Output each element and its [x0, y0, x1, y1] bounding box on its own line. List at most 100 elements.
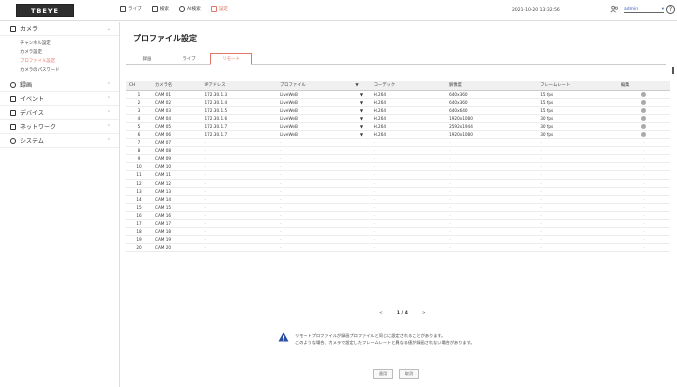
table-cell: -: [617, 187, 670, 196]
users-icon[interactable]: [610, 5, 619, 14]
table-cell: -: [201, 170, 277, 180]
table-cell: 19: [126, 235, 153, 245]
profile-dropdown[interactable]: ▼: [352, 106, 371, 115]
table-cell: LiveWeB: [276, 106, 353, 115]
table-row[interactable]: 16 CAM 16- - - - - -: [126, 211, 670, 221]
logo-text: TBEYE: [31, 6, 59, 15]
table-row[interactable]: 3 CAM 03 172.30.1.5 LiveWeB ▼ H.264 640x640 15 …: [126, 106, 670, 115]
profile-dropdown[interactable]: ▼: [352, 98, 371, 107]
table-cell: CAM 20: [152, 243, 202, 253]
table-cell: -: [617, 138, 670, 148]
nav-ai-search[interactable]: AI検索: [179, 6, 201, 12]
table-row[interactable]: 18 CAM 18- - - - - -: [126, 227, 670, 237]
table-cell: 172.30.1.5: [201, 106, 277, 115]
table-cell: H.264: [370, 98, 447, 107]
gear-icon[interactable]: [641, 124, 647, 130]
table-cell: H.264: [370, 114, 447, 123]
table-cell: -: [537, 179, 618, 188]
sidebar-section-label: ネットワーク: [20, 124, 57, 131]
profile-dropdown: [352, 162, 371, 172]
table-cell: CAM 16: [152, 211, 202, 221]
tab-1[interactable]: ライブ: [168, 53, 210, 65]
sidebar-item[interactable]: プロファイル設定: [20, 56, 119, 65]
gear-icon[interactable]: [641, 91, 647, 97]
table-row[interactable]: 19 CAM 19- - - - - -: [126, 235, 670, 245]
sidebar-section-event[interactable]: イベント ⌃: [0, 92, 119, 106]
help-icon[interactable]: ?: [666, 5, 675, 14]
cancel-button[interactable]: 取消: [399, 369, 419, 379]
table-cell: CAM 09: [152, 154, 202, 164]
table-row[interactable]: 2 CAM 02 172.30.1.4 LiveWeB ▼ H.264 640x360 15 …: [126, 98, 670, 107]
apply-button[interactable]: 適用: [373, 369, 393, 379]
table-cell: -: [370, 227, 447, 237]
profile-dropdown[interactable]: ▼: [352, 130, 371, 140]
table-cell: -: [276, 195, 353, 204]
user-select[interactable]: admin ▾: [624, 6, 664, 13]
table-row[interactable]: 12 CAM 12- - - - - -: [126, 179, 670, 188]
table-row[interactable]: 14 CAM 14- - - - - -: [126, 195, 670, 204]
table-cell: -: [201, 203, 277, 212]
table-cell: -: [617, 235, 670, 245]
table-cell: 18: [126, 227, 153, 237]
sidebar-section-system[interactable]: システム ⌃: [0, 134, 119, 148]
table-cell: -: [446, 203, 538, 212]
table-row[interactable]: 4 CAM 04 172.30.1.6 LiveWeB ▼ H.264 1920x1080 3…: [126, 114, 670, 123]
sidebar-section-camera[interactable]: カメラ ⌄: [0, 22, 119, 36]
sidebar-section-record[interactable]: 録画 ⌃: [0, 78, 119, 92]
table-row[interactable]: 8 CAM 08- - - - - -: [126, 146, 670, 156]
tab-2[interactable]: リモート: [210, 53, 252, 65]
nav-label: AI検索: [187, 7, 201, 12]
top-bar: TBEYE ライブ 検索 AI検索 設定 2021-10-20 13:32:56 ad…: [0, 0, 677, 21]
table-row[interactable]: 6 CAM 06 172.30.1.7 LiveWeB ▼ H.264 1920x1080 3…: [126, 130, 670, 140]
tab-0[interactable]: 録画: [126, 53, 168, 65]
table-cell: -: [537, 146, 618, 156]
nav-search[interactable]: 検索: [151, 6, 169, 12]
table-cell: -: [370, 138, 447, 148]
table-cell: -: [446, 170, 538, 180]
next-page-button[interactable]: >: [422, 311, 426, 316]
table-row[interactable]: 20 CAM 20- - - - - -: [126, 243, 670, 253]
table-cell: -: [201, 138, 277, 148]
sidebar-item[interactable]: カメラ設定: [20, 47, 119, 56]
table-row[interactable]: 7 CAM 07- - - - - -: [126, 138, 670, 148]
settings-icon: [210, 6, 217, 12]
gear-icon[interactable]: [641, 132, 647, 138]
top-nav: ライブ 検索 AI検索 設定: [120, 6, 228, 12]
table-row[interactable]: 1 CAM 01 172.30.1.3 LiveWeB ▼ H.264 640x360 15 …: [126, 90, 670, 99]
table-row[interactable]: 5 CAM 05 172.30.1.7 LiveWeB ▼ H.264 2592x1944 3…: [126, 122, 670, 131]
sidebar-item[interactable]: カメラのパスワード: [20, 65, 119, 74]
table-cell: -: [537, 227, 618, 237]
chevron-down-icon: ⌄: [106, 26, 111, 32]
table-cell: H.264: [370, 90, 447, 99]
sidebar-item[interactable]: チャンネル設定: [20, 38, 119, 47]
nav-settings[interactable]: 設定: [210, 6, 228, 12]
table-cell: 30 fps: [537, 130, 618, 140]
table-row[interactable]: 15 CAM 15- - - - - -: [126, 203, 670, 212]
table-cell: H.264: [370, 106, 447, 115]
profile-dropdown[interactable]: ▼: [352, 122, 371, 131]
table-cell: -: [617, 146, 670, 156]
sidebar-section-device[interactable]: デバイス ⌃: [0, 106, 119, 120]
gear-icon[interactable]: [641, 116, 647, 122]
table-row[interactable]: 17 CAM 17- - - - - -: [126, 219, 670, 229]
table-row[interactable]: 13 CAM 13- - - - - -: [126, 187, 670, 196]
prev-page-button[interactable]: <: [379, 311, 383, 316]
table-cell: 640x360: [446, 90, 538, 99]
sidebar-section-label: 録画: [20, 82, 33, 89]
nav-live[interactable]: ライブ: [120, 6, 142, 12]
table-header-row: CH カメラ名 IPアドレス プロファイル ▼ コーデック 解像度 フレームレート 編集: [126, 81, 670, 91]
table-cell: LiveWeB: [276, 114, 353, 123]
table-row[interactable]: 9 CAM 09- - - - - -: [126, 154, 670, 164]
gear-icon[interactable]: [641, 99, 647, 105]
table-cell: -: [446, 227, 538, 237]
profile-dropdown[interactable]: ▼: [352, 114, 371, 123]
table-cell: -: [370, 187, 447, 196]
table-row[interactable]: 10 CAM 10- - - - - -: [126, 162, 670, 172]
gear-icon[interactable]: [641, 107, 647, 113]
table-cell: CAM 13: [152, 187, 202, 196]
table-row[interactable]: 11 CAM 11- - - - - -: [126, 170, 670, 180]
column-header: 解像度: [446, 81, 538, 91]
table-cell: -: [370, 219, 447, 229]
profile-dropdown[interactable]: ▼: [352, 90, 371, 99]
sidebar-section-network[interactable]: ネットワーク ⌃: [0, 120, 119, 134]
